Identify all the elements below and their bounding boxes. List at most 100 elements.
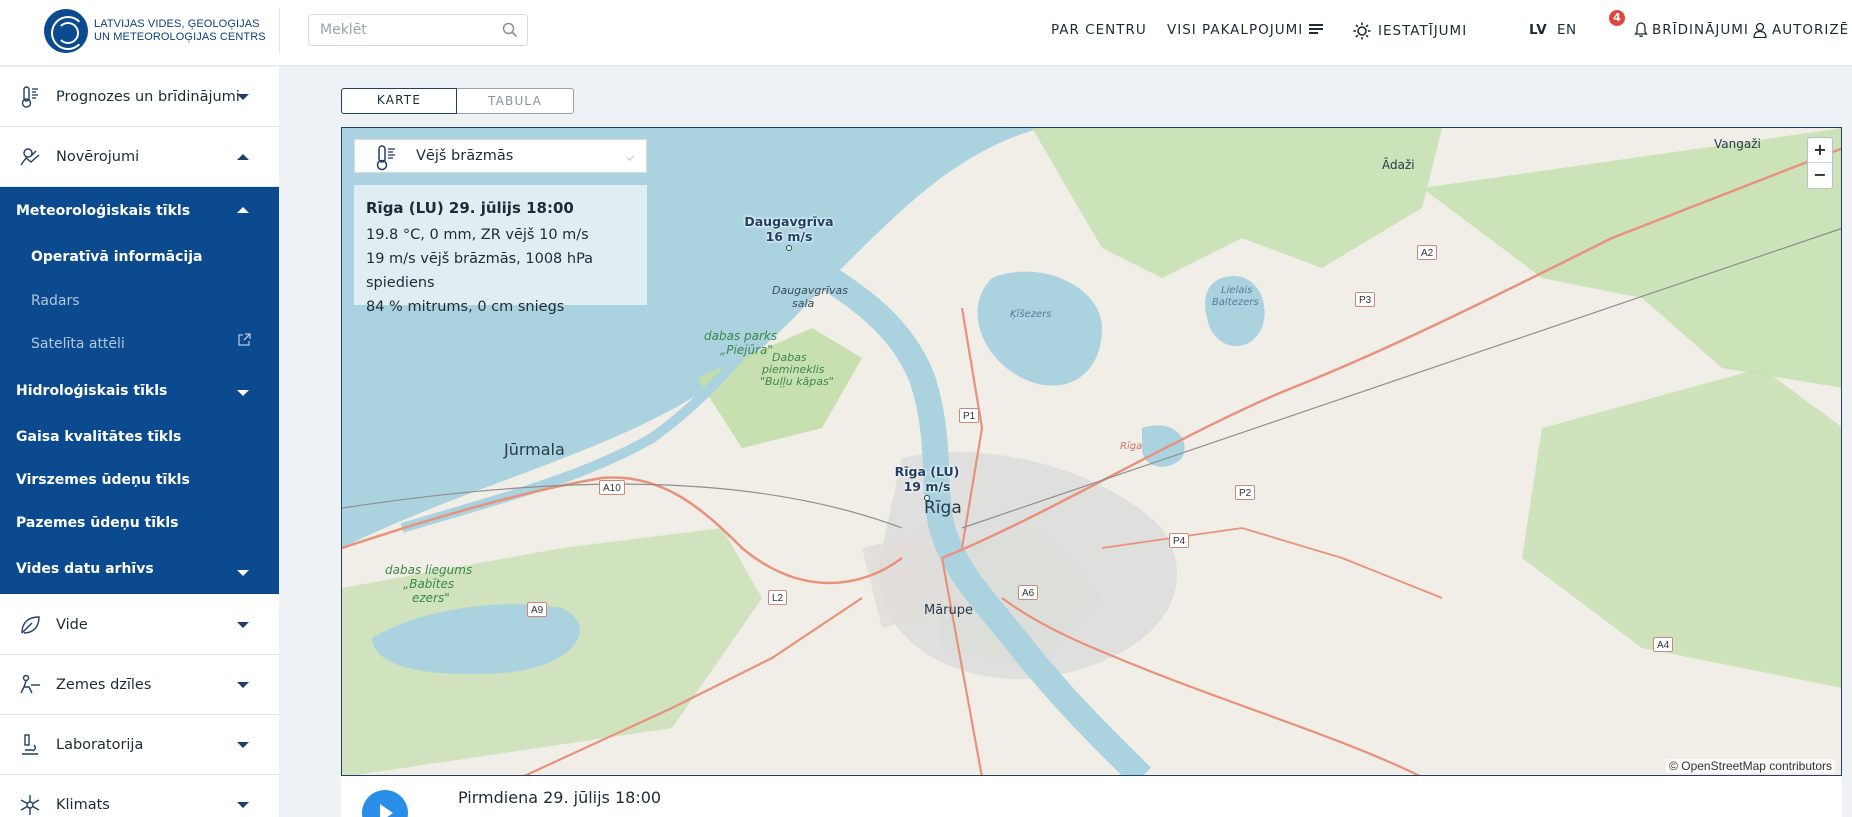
logo-text: LATVIJAS VIDES, ĢEOLOĢIJAS UN METEOROLOĢ… — [94, 18, 266, 44]
place-label-adazi: Ādaži — [1382, 158, 1415, 172]
lang-lv-link[interactable]: LV — [1529, 22, 1547, 38]
lang-lv-label: LV — [1529, 22, 1548, 38]
sidebar-item-data-archive[interactable]: Vides datu arhīvs — [16, 561, 154, 577]
sidebar-label-laboratory: Laboratorija — [56, 736, 144, 753]
microscope-icon — [22, 733, 38, 755]
sidebar-item-satellite[interactable]: Satelīta attēli — [31, 336, 125, 352]
sidebar-item-environment[interactable]: Vide — [0, 595, 279, 655]
station-dot — [924, 495, 930, 501]
chevron-up-icon — [237, 153, 249, 160]
thermometer-icon — [376, 145, 395, 171]
nav-about-label: PAR CENTRU — [1051, 22, 1147, 38]
nav-warnings-label: BRĪDINĀJUMI — [1652, 22, 1749, 38]
place-label-jurmala: Jūrmala — [504, 440, 565, 459]
search-icon[interactable] — [502, 22, 518, 38]
tab-table[interactable]: TABULA — [457, 88, 574, 114]
place-label-baltezers: Baltezers — [1212, 297, 1259, 308]
tab-map[interactable]: KARTE — [341, 88, 457, 114]
road-shield: P4 — [1169, 533, 1190, 548]
place-label-babites: dabas liegums — [385, 563, 473, 577]
place-label-riga: Rīga — [924, 498, 962, 518]
logo-line-1: LATVIJAS VIDES, ĢEOLOĢIJAS — [94, 18, 260, 30]
nav-settings[interactable]: IESTATĪJUMI — [1353, 22, 1467, 40]
nav-services-label: VISI PAKALPOJUMI — [1167, 22, 1304, 38]
road-shield: A10 — [599, 480, 625, 495]
road-shield: A4 — [1653, 637, 1674, 652]
logo-line-2: UN METEOROLOĢIJAS CENTRS — [94, 31, 266, 43]
place-label-babites: „Babītes — [403, 577, 455, 591]
chevron-down-icon — [237, 621, 249, 628]
nav-settings-label: IESTATĪJUMI — [1378, 23, 1468, 39]
sidebar-item-met-network[interactable]: Meteoroloģiskais tīkls — [16, 203, 190, 219]
timeline-bar: Pirmdiena 29. jūlijs 18:00 — [341, 776, 1842, 817]
binoculars-icon — [20, 147, 40, 165]
nav-login-label: AUTORIZĒ — [1772, 22, 1850, 38]
chevron-down-icon — [626, 153, 635, 161]
nav-login[interactable]: AUTORIZĒ — [1753, 22, 1849, 38]
chevron-down-icon — [237, 93, 249, 100]
thermometer-icon — [21, 85, 38, 108]
sidebar-label-observations: Novērojumi — [56, 148, 140, 165]
place-label-babites: ezers" — [412, 591, 450, 605]
nav-warnings[interactable]: BRĪDINĀJUMI — [1628, 22, 1749, 38]
sidebar-label-environment: Vide — [56, 616, 88, 633]
observations-submenu: Meteoroloģiskais tīkls Operatīvā informā… — [0, 187, 279, 594]
station-dot — [786, 245, 792, 251]
road-shield: A6 — [1018, 585, 1039, 600]
zoom-out-button[interactable]: − — [1808, 163, 1832, 188]
user-icon — [1753, 22, 1767, 38]
list-icon — [1309, 24, 1324, 34]
road-shield: L2 — [768, 590, 788, 605]
chevron-down-icon — [237, 570, 249, 576]
sidebar-item-operational-info[interactable]: Operatīvā informācija — [31, 249, 202, 265]
place-label-daugavgrivas-sala: sala — [792, 297, 815, 310]
sidebar-item-forecasts[interactable]: Prognozes un brīdinājumi — [0, 67, 279, 127]
play-button[interactable] — [362, 790, 408, 817]
sidebar-label-climate: Klimats — [56, 796, 110, 813]
layer-select-value: Vējš brāzmās — [416, 148, 514, 164]
nav-all-services[interactable]: VISI PAKALPOJUMI — [1167, 22, 1324, 38]
station-info-title: Rīga (LU) 29. jūlijs 18:00 — [366, 199, 574, 217]
place-label-piejura: „Piejūra" — [720, 343, 773, 357]
station-value: 19 m/s — [903, 479, 951, 494]
sidebar-item-laboratory[interactable]: Laboratorija — [0, 715, 279, 775]
snowflake-icon — [20, 794, 40, 815]
zoom-in-button[interactable]: + — [1808, 138, 1832, 163]
sidebar-item-earth[interactable]: Zemes dzīles — [0, 655, 279, 715]
station-name: Daugavgrīva — [744, 214, 834, 229]
sidebar-item-radar[interactable]: Radars — [31, 293, 80, 309]
nav-about[interactable]: PAR CENTRU — [1051, 22, 1147, 38]
sidebar-label-earth: Zemes dzīles — [56, 676, 152, 693]
sidebar-item-groundwater[interactable]: Pazemes ūdeņu tīkls — [16, 515, 179, 531]
map-view[interactable]: Jūrmala Rīga Mārupe Ādaži Vangaži Daugavgrīva… — [341, 127, 1842, 776]
search-input[interactable] — [309, 15, 489, 45]
station-marker[interactable]: Rīga (LU) 19 m/s — [867, 464, 987, 501]
search-box — [308, 14, 528, 46]
sun-icon — [1353, 22, 1371, 40]
station-name: Rīga (LU) — [894, 464, 960, 479]
road-shield: A2 — [1417, 245, 1438, 260]
road-shield: P3 — [1355, 292, 1376, 307]
chevron-down-icon — [237, 681, 249, 688]
sidebar-item-air-quality[interactable]: Gaisa kvalitātes tīkls — [16, 429, 181, 445]
lang-en-link[interactable]: EN — [1557, 22, 1577, 38]
drill-icon — [20, 674, 40, 693]
lvgmc-logo[interactable]: LATVIJAS VIDES, ĢEOLOĢIJAS UN METEOROLOĢ… — [44, 8, 266, 54]
sidebar-item-hydro-network[interactable]: Hidroloģiskais tīkls — [16, 383, 167, 399]
sidebar-item-surface-water[interactable]: Virszemes ūdeņu tīkls — [16, 472, 190, 488]
layer-select[interactable]: Vējš brāzmās — [354, 139, 647, 173]
station-info-line: 84 % mitrums, 0 cm sniegs — [366, 299, 565, 315]
sidebar-item-climate[interactable]: Klimats — [0, 775, 279, 817]
map-attribution[interactable]: © OpenStreetMap contributors — [1666, 759, 1835, 773]
road-shield: A9 — [527, 602, 548, 617]
sidebar-item-observations[interactable]: Novērojumi — [0, 127, 279, 187]
timeline-label: Pirmdiena 29. jūlijs 18:00 — [458, 788, 662, 807]
external-link-icon[interactable] — [238, 333, 251, 346]
place-label-vangazi: Vangaži — [1714, 137, 1761, 151]
station-info-line: 19.8 °C, 0 mm, ZR vējš 10 m/s — [366, 227, 589, 243]
chevron-down-icon — [237, 741, 249, 748]
place-label-piejura: dabas parks — [704, 329, 778, 343]
logo-mark-icon — [44, 9, 88, 53]
place-label-marupe: Mārupe — [924, 603, 974, 618]
station-marker[interactable]: Daugavgrīva 16 m/s — [729, 214, 849, 251]
